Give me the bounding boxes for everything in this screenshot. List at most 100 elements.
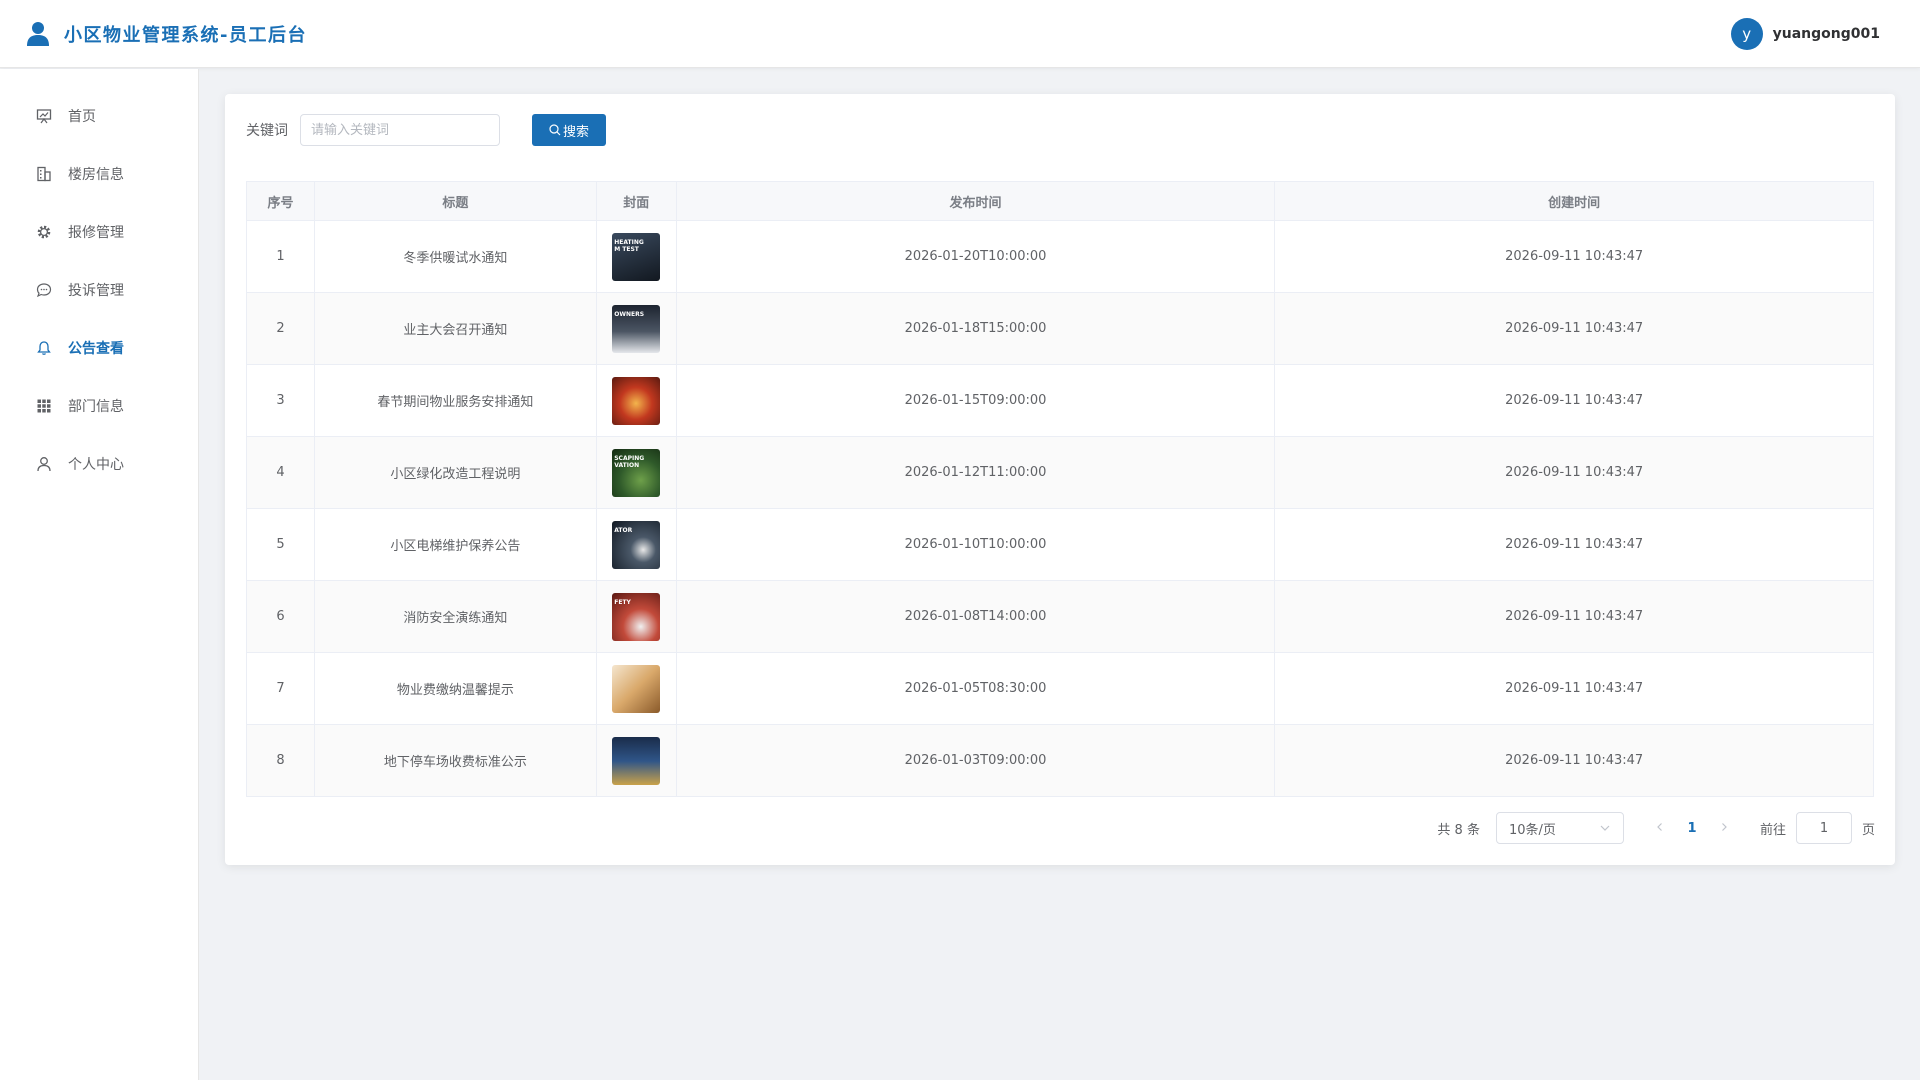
cell-create-time: 2026-09-11 10:43:47: [1274, 580, 1874, 653]
cover-caption: HEATING M TEST: [614, 238, 644, 253]
table-header-row: 序号 标题 封面 发布时间 创建时间: [246, 181, 1874, 221]
table-row[interactable]: 8 地下停车场收费标准公示 2026-01-03T09:00:00 2026-0…: [246, 724, 1874, 797]
cell-cover: [595, 364, 677, 437]
cover-thumbnail[interactable]: SCAPING VATION: [612, 448, 661, 497]
table-row[interactable]: 2 业主大会召开通知 OWNERS 2026-01-18T15:00:00 20…: [246, 292, 1874, 365]
cell-index: 8: [246, 724, 315, 797]
cell-index: 1: [246, 220, 315, 293]
cell-title: 业主大会召开通知: [313, 292, 597, 365]
search-button[interactable]: 搜索: [532, 114, 606, 146]
goto-page-input[interactable]: [1795, 812, 1852, 844]
cell-cover: HEATING M TEST: [595, 220, 677, 293]
cell-create-time: 2026-09-11 10:43:47: [1274, 436, 1874, 509]
sidebar-item-label: 首页: [68, 109, 96, 125]
cover-thumbnail[interactable]: [612, 736, 661, 785]
cell-title: 物业费缴纳温馨提示: [313, 652, 597, 725]
column-header-create-time[interactable]: 创建时间: [1274, 181, 1874, 221]
cover-caption: OWNERS: [614, 310, 645, 318]
cover-thumbnail[interactable]: ATOR: [612, 520, 661, 569]
cell-title: 小区电梯维护保养公告: [313, 508, 597, 581]
cell-publish-time: 2026-01-08T14:00:00: [675, 580, 1276, 653]
cell-create-time: 2026-09-11 10:43:47: [1274, 220, 1874, 293]
sidebar-item-notices[interactable]: 公告查看: [0, 319, 198, 377]
username[interactable]: yuangong001: [1773, 26, 1880, 42]
goto-suffix: 页: [1861, 822, 1875, 838]
cover-thumbnail[interactable]: [612, 664, 661, 713]
brand: 小区物业管理系统-员工后台: [26, 21, 307, 47]
notice-table: 序号 标题 封面 发布时间 创建时间 1 冬季供暖试水通知 HEATING M T…: [246, 181, 1874, 797]
table-row[interactable]: 4 小区绿化改造工程说明 SCAPING VATION 2026-01-12T11…: [246, 436, 1874, 509]
grid-icon: [36, 398, 52, 414]
cover-caption: SCAPING VATION: [614, 454, 645, 469]
sidebar-item-complaints[interactable]: 投诉管理: [0, 261, 198, 319]
table-row[interactable]: 3 春节期间物业服务安排通知 2026-01-15T09:00:00 2026-…: [246, 364, 1874, 437]
chevron-left-icon: [1657, 822, 1662, 831]
search-input[interactable]: [300, 114, 500, 146]
building-icon: [36, 166, 52, 182]
pagination-total: 共 8 条: [1437, 822, 1480, 838]
cell-create-time: 2026-09-11 10:43:47: [1274, 364, 1874, 437]
page-size-value: 10条/页: [1508, 822, 1556, 838]
sidebar-item-label: 部门信息: [68, 399, 124, 415]
cell-index: 3: [246, 364, 315, 437]
cell-publish-time: 2026-01-18T15:00:00: [675, 292, 1276, 365]
table-row[interactable]: 1 冬季供暖试水通知 HEATING M TEST 2026-01-20T10:0…: [246, 220, 1874, 293]
cell-title: 消防安全演练通知: [313, 580, 597, 653]
cell-index: 4: [246, 436, 315, 509]
sidebar-item-label: 公告查看: [68, 341, 124, 357]
cell-create-time: 2026-09-11 10:43:47: [1274, 652, 1874, 725]
cell-publish-time: 2026-01-10T10:00:00: [675, 508, 1276, 581]
cell-title: 冬季供暖试水通知: [313, 220, 597, 293]
chat-icon: [36, 282, 52, 298]
cell-cover: SCAPING VATION: [595, 436, 677, 509]
cell-publish-time: 2026-01-12T11:00:00: [675, 436, 1276, 509]
cell-cover: OWNERS: [595, 292, 677, 365]
cover-thumbnail[interactable]: FETY: [612, 592, 661, 641]
cover-thumbnail[interactable]: HEATING M TEST: [612, 232, 661, 281]
prev-page-button[interactable]: [1648, 821, 1672, 836]
sidebar-item-repairs[interactable]: 报修管理: [0, 203, 198, 261]
column-header-title[interactable]: 标题: [313, 181, 597, 221]
search-button-label: 搜索: [562, 124, 589, 140]
content-card: 关键词 搜索 序号 标题 封面 发布时间 创建时间 1: [225, 94, 1895, 865]
column-header-cover[interactable]: 封面: [595, 181, 677, 221]
search-label: 关键词: [246, 123, 288, 139]
sidebar-item-profile[interactable]: 个人中心: [0, 435, 198, 493]
search-bar: 关键词 搜索: [246, 114, 606, 146]
table-row[interactable]: 7 物业费缴纳温馨提示 2026-01-05T08:30:00 2026-09-…: [246, 652, 1874, 725]
search-icon: [549, 124, 561, 136]
goto-label: 前往: [1759, 822, 1786, 838]
sidebar-item-buildings[interactable]: 楼房信息: [0, 145, 198, 203]
column-header-index[interactable]: 序号: [246, 181, 315, 221]
user-menu[interactable]: y yuangong001: [1730, 18, 1880, 50]
user-icon: [26, 21, 50, 47]
page-size-select[interactable]: 10条/页: [1495, 812, 1624, 844]
table-row[interactable]: 5 小区电梯维护保养公告 ATOR 2026-01-10T10:00:00 20…: [246, 508, 1874, 581]
cell-title: 地下停车场收费标准公示: [313, 724, 597, 797]
sidebar-item-label: 楼房信息: [68, 167, 124, 183]
cell-create-time: 2026-09-11 10:43:47: [1274, 724, 1874, 797]
page-number[interactable]: 1: [1676, 821, 1708, 836]
cell-create-time: 2026-09-11 10:43:47: [1274, 508, 1874, 581]
cell-create-time: 2026-09-11 10:43:47: [1274, 292, 1874, 365]
bell-icon: [36, 340, 52, 356]
sidebar-item-label: 报修管理: [68, 225, 124, 241]
sidebar-item-departments[interactable]: 部门信息: [0, 377, 198, 435]
chevron-right-icon: [1722, 822, 1727, 831]
next-page-button[interactable]: [1712, 821, 1736, 836]
cover-thumbnail[interactable]: OWNERS: [612, 304, 661, 353]
column-header-publish-time[interactable]: 发布时间: [675, 181, 1276, 221]
app-title: 小区物业管理系统-员工后台: [64, 24, 307, 46]
cell-index: 7: [246, 652, 315, 725]
sidebar-item-home[interactable]: 首页: [0, 87, 198, 145]
table-row[interactable]: 6 消防安全演练通知 FETY 2026-01-08T14:00:00 2026…: [246, 580, 1874, 653]
cell-index: 2: [246, 292, 315, 365]
cell-index: 6: [246, 580, 315, 653]
cover-thumbnail[interactable]: [612, 376, 661, 425]
cell-publish-time: 2026-01-20T10:00:00: [675, 220, 1276, 293]
sidebar-item-label: 个人中心: [68, 457, 124, 473]
cell-title: 春节期间物业服务安排通知: [313, 364, 597, 437]
cell-cover: [595, 724, 677, 797]
avatar[interactable]: y: [1730, 18, 1763, 50]
cell-cover: ATOR: [595, 508, 677, 581]
